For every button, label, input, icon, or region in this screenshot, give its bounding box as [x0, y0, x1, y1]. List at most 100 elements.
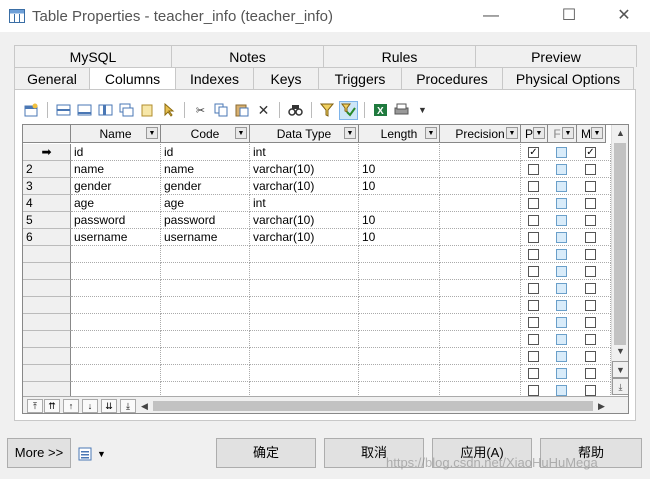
- checkbox-f[interactable]: [556, 300, 567, 311]
- insert-row-icon[interactable]: [54, 101, 73, 120]
- cell-type[interactable]: varchar(10): [250, 178, 359, 195]
- checkbox-m[interactable]: [585, 181, 596, 192]
- checkbox-p[interactable]: [528, 215, 539, 226]
- tab-triggers[interactable]: Triggers: [318, 67, 402, 89]
- dropdown-icon[interactable]: ▼: [235, 127, 247, 139]
- cell-name[interactable]: username: [71, 229, 161, 246]
- cell-precision[interactable]: [440, 263, 521, 280]
- cell-length[interactable]: [359, 246, 440, 263]
- dropdown-icon[interactable]: ▼: [533, 127, 545, 139]
- move-page-up-button[interactable]: ⇈: [44, 399, 60, 413]
- cell-type[interactable]: [250, 365, 359, 382]
- close-button[interactable]: ✕: [601, 0, 647, 32]
- checkbox-p[interactable]: ✓: [528, 147, 539, 158]
- cell-code[interactable]: [161, 314, 250, 331]
- cell-type[interactable]: [250, 348, 359, 365]
- scroll-bottom-icon[interactable]: ⤓: [612, 378, 628, 395]
- cell-length[interactable]: 10: [359, 161, 440, 178]
- horizontal-scroll-thumb[interactable]: [153, 401, 593, 411]
- cell-name[interactable]: age: [71, 195, 161, 212]
- cell-precision[interactable]: [440, 331, 521, 348]
- move-page-down-button[interactable]: ⇊: [101, 399, 117, 413]
- print-dropdown-icon[interactable]: ▼: [413, 101, 432, 120]
- row-number[interactable]: [23, 280, 71, 297]
- minimize-button[interactable]: —: [468, 0, 514, 32]
- checkbox-p[interactable]: [528, 198, 539, 209]
- cell-precision[interactable]: [440, 297, 521, 314]
- dropdown-icon[interactable]: ▼: [425, 127, 437, 139]
- properties-icon[interactable]: [22, 101, 41, 120]
- row-number[interactable]: [23, 365, 71, 382]
- print-icon[interactable]: [392, 101, 411, 120]
- move-up-button[interactable]: ↑: [63, 399, 79, 413]
- cell-code[interactable]: id: [161, 144, 250, 161]
- checkbox-p[interactable]: [528, 249, 539, 260]
- cell-code[interactable]: [161, 280, 250, 297]
- cell-length[interactable]: 10: [359, 178, 440, 195]
- cell-code[interactable]: password: [161, 212, 250, 229]
- checkbox-p[interactable]: [528, 300, 539, 311]
- checkbox-f[interactable]: [556, 164, 567, 175]
- checkbox-m[interactable]: [585, 300, 596, 311]
- column-header-foreign[interactable]: F ▼: [548, 125, 577, 143]
- checkbox-f[interactable]: [556, 147, 567, 158]
- cell-precision[interactable]: [440, 280, 521, 297]
- cell-type[interactable]: [250, 280, 359, 297]
- dropdown-icon[interactable]: ▼: [506, 127, 518, 139]
- row-number[interactable]: 3: [23, 178, 71, 195]
- column-header-length[interactable]: Length ▼: [359, 125, 440, 143]
- ok-button[interactable]: 确定: [216, 438, 316, 468]
- menu-dropdown[interactable]: ▼: [78, 447, 108, 461]
- checkbox-m[interactable]: [585, 351, 596, 362]
- add-columns-icon[interactable]: [96, 101, 115, 120]
- scroll-page-down-icon[interactable]: ▼: [612, 361, 628, 378]
- vertical-scroll-thumb[interactable]: [614, 143, 626, 345]
- tab-procedures[interactable]: Procedures: [401, 67, 503, 89]
- maximize-button[interactable]: ☐: [546, 0, 592, 32]
- copy-icon[interactable]: [212, 101, 231, 120]
- tab-general[interactable]: General: [14, 67, 90, 89]
- checkbox-m[interactable]: [585, 334, 596, 345]
- row-number[interactable]: 2: [23, 161, 71, 178]
- pointer-icon[interactable]: [159, 101, 178, 120]
- cell-precision[interactable]: [440, 161, 521, 178]
- cell-length[interactable]: 10: [359, 212, 440, 229]
- scroll-left-icon[interactable]: ◀: [136, 397, 153, 413]
- cell-name[interactable]: gender: [71, 178, 161, 195]
- checkbox-f[interactable]: [556, 334, 567, 345]
- cell-precision[interactable]: [440, 178, 521, 195]
- column-header-primary[interactable]: P ▼: [521, 125, 548, 143]
- checkbox-f[interactable]: [556, 368, 567, 379]
- checkbox-f[interactable]: [556, 198, 567, 209]
- row-number[interactable]: [23, 348, 71, 365]
- checkbox-p[interactable]: [528, 368, 539, 379]
- cell-name[interactable]: password: [71, 212, 161, 229]
- column-header-data-type[interactable]: Data Type ▼: [250, 125, 359, 143]
- cell-precision[interactable]: [440, 365, 521, 382]
- cell-name[interactable]: name: [71, 161, 161, 178]
- cell-type[interactable]: varchar(10): [250, 229, 359, 246]
- cell-type[interactable]: varchar(10): [250, 212, 359, 229]
- cell-code[interactable]: name: [161, 161, 250, 178]
- checkbox-p[interactable]: [528, 164, 539, 175]
- checkbox-m[interactable]: ✓: [585, 147, 596, 158]
- cell-precision[interactable]: [440, 144, 521, 161]
- cell-length[interactable]: [359, 314, 440, 331]
- row-number[interactable]: [23, 263, 71, 280]
- checkbox-f[interactable]: [556, 266, 567, 277]
- checkbox-f[interactable]: [556, 181, 567, 192]
- checkbox-m[interactable]: [585, 198, 596, 209]
- cell-length[interactable]: [359, 280, 440, 297]
- row-number[interactable]: 6: [23, 229, 71, 246]
- cell-type[interactable]: int: [250, 195, 359, 212]
- tab-rules[interactable]: Rules: [323, 45, 476, 67]
- cell-length[interactable]: [359, 263, 440, 280]
- cell-code[interactable]: age: [161, 195, 250, 212]
- checkbox-p[interactable]: [528, 232, 539, 243]
- cell-name[interactable]: [71, 297, 161, 314]
- tab-columns[interactable]: Columns: [89, 67, 176, 91]
- cell-precision[interactable]: [440, 212, 521, 229]
- dropdown-icon[interactable]: ▼: [562, 127, 574, 139]
- column-header-precision[interactable]: Precision ▼: [440, 125, 521, 143]
- checkbox-p[interactable]: [528, 351, 539, 362]
